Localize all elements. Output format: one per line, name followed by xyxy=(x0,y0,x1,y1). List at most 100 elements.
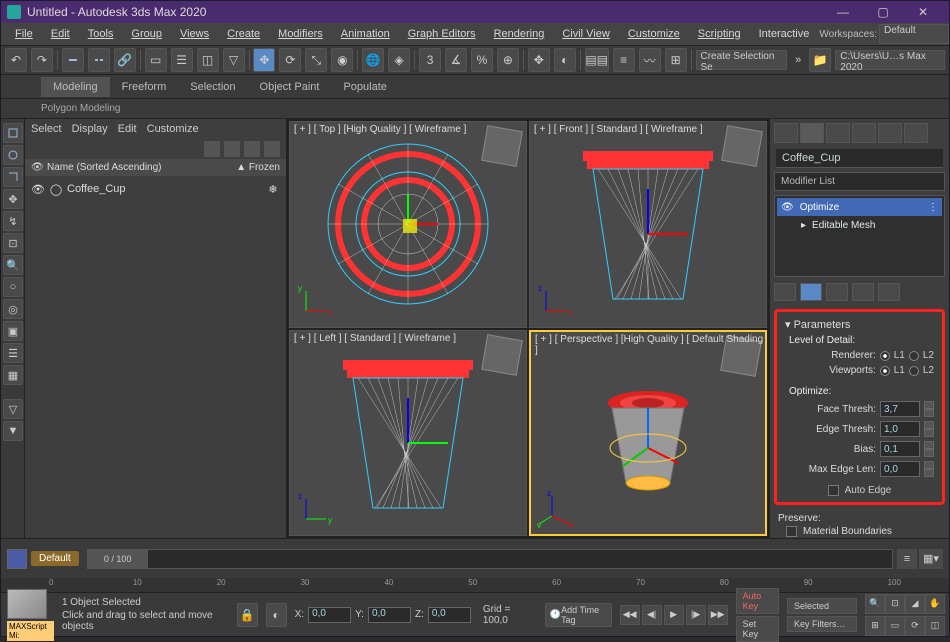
viewport-top-label[interactable]: [ + ] [ Top ] [High Quality ] [ Wirefram… xyxy=(294,124,466,135)
play-button[interactable]: ▶ xyxy=(664,605,684,625)
modify-tab-icon[interactable] xyxy=(800,123,824,143)
place-button[interactable]: ◉ xyxy=(331,48,353,72)
snap-button[interactable]: 3 xyxy=(419,48,441,72)
viewports-l1-radio[interactable] xyxy=(880,366,890,376)
project-path[interactable]: C:\Users\U…s Max 2020 xyxy=(835,50,945,70)
zoom-all-icon[interactable]: ⊡ xyxy=(885,594,905,614)
object-name-field[interactable]: Coffee_Cup xyxy=(776,149,943,168)
expand-icon[interactable]: ⋮ xyxy=(928,202,938,213)
menu-interactive[interactable]: Interactive xyxy=(751,25,818,43)
hierarchy-tab-icon[interactable] xyxy=(826,123,850,143)
zoom-ext-icon[interactable]: ⊞ xyxy=(865,616,885,636)
viewports-l2-radio[interactable] xyxy=(909,366,919,376)
ls-funnel-icon[interactable]: ▽ xyxy=(3,399,23,419)
maximize-vp-icon[interactable]: ◫ xyxy=(925,616,945,636)
schematic-button[interactable]: ⊞ xyxy=(665,48,687,72)
snowflake-icon[interactable]: ❄ xyxy=(266,182,280,196)
orbit-icon[interactable]: ⟳ xyxy=(905,616,925,636)
time-default-label[interactable]: Default xyxy=(31,551,79,566)
eye-icon[interactable]: 👁 xyxy=(31,162,47,173)
close-button[interactable]: ✕ xyxy=(903,5,943,19)
menu-views[interactable]: Views xyxy=(172,25,217,43)
scene-tool-2[interactable] xyxy=(224,141,240,157)
menu-customize[interactable]: Customize xyxy=(620,25,688,43)
coord-system-button[interactable]: 🌐 xyxy=(362,48,384,72)
layer-icon[interactable]: ≡ xyxy=(897,549,917,569)
redo-button[interactable]: ↷ xyxy=(31,48,53,72)
tree-row[interactable]: 👁 ◯ Coffee_Cup ❄ xyxy=(31,180,280,198)
frozen-column[interactable]: ▲ Frozen xyxy=(236,162,280,173)
select-name-button[interactable]: ☰ xyxy=(171,48,193,72)
goto-end-button[interactable]: ▶▶ xyxy=(708,605,728,625)
renderer-l1-radio[interactable] xyxy=(880,351,890,361)
link-button[interactable] xyxy=(62,48,84,72)
spinner-down[interactable] xyxy=(924,429,934,437)
key-mode-select[interactable]: Selected xyxy=(787,598,857,614)
viewport-top[interactable]: [ + ] [ Top ] [High Quality ] [ Wirefram… xyxy=(289,121,527,328)
maximize-button[interactable]: ▢ xyxy=(863,5,903,19)
pin-icon[interactable] xyxy=(774,283,796,301)
calc-icon[interactable]: ▦▾ xyxy=(919,549,943,569)
material-slot[interactable] xyxy=(7,589,47,619)
name-column[interactable]: Name (Sorted Ascending) xyxy=(47,162,236,173)
prev-frame-button[interactable]: ◀| xyxy=(642,605,662,625)
bias-input[interactable]: 0,1 xyxy=(880,441,920,457)
create-tab-icon[interactable] xyxy=(774,123,798,143)
viewport-perspective[interactable]: [ + ] [ Perspective ] [High Quality ] [ … xyxy=(529,330,767,537)
auto-key-button[interactable]: Auto Key xyxy=(736,588,779,614)
eye-icon[interactable]: 👁 xyxy=(31,182,45,196)
menu-civilview[interactable]: Civil View xyxy=(554,25,617,43)
viewcube-icon[interactable] xyxy=(721,125,763,167)
scene-tool-1[interactable] xyxy=(204,141,220,157)
zoom-region-icon[interactable]: ▭ xyxy=(885,616,905,636)
ls-move-icon[interactable] xyxy=(3,145,23,165)
ls-target-icon[interactable]: ◎ xyxy=(3,299,23,319)
stack-item-editable-mesh[interactable]: ▸ Editable Mesh xyxy=(777,216,942,234)
menu-rendering[interactable]: Rendering xyxy=(486,25,553,43)
scene-header[interactable]: 👁 Name (Sorted Ascending) ▲ Frozen xyxy=(25,159,286,176)
ls-zoom-icon[interactable]: 🔍 xyxy=(3,255,23,275)
viewport-front[interactable]: [ + ] [ Front ] [ Standard ] [ Wireframe… xyxy=(529,121,767,328)
ls-frame-icon[interactable]: ⊡ xyxy=(3,233,23,253)
menu-grapheditors[interactable]: Graph Editors xyxy=(400,25,484,43)
percent-snap-button[interactable]: % xyxy=(471,48,493,72)
ls-rect-icon[interactable] xyxy=(3,167,23,187)
unlink-button[interactable] xyxy=(88,48,110,72)
maxscript-label[interactable]: MAXScript Mi: xyxy=(7,621,54,641)
scene-tab-edit[interactable]: Edit xyxy=(118,123,137,135)
renderer-l2-radio[interactable] xyxy=(909,351,919,361)
spinner-up[interactable] xyxy=(924,421,934,429)
show-end-icon[interactable] xyxy=(800,283,822,301)
spinner-up[interactable] xyxy=(924,441,934,449)
timeline-toggle[interactable] xyxy=(7,549,27,569)
edge-thresh-input[interactable]: 1,0 xyxy=(880,421,920,437)
select-region-button[interactable]: ◫ xyxy=(197,48,219,72)
scene-tab-customize[interactable]: Customize xyxy=(147,123,199,135)
goto-start-button[interactable]: ◀◀ xyxy=(620,605,640,625)
tree-item-label[interactable]: Coffee_Cup xyxy=(67,183,126,195)
key-filters-button[interactable]: Key Filters… xyxy=(787,616,857,632)
align-button[interactable]: ▤▤ xyxy=(585,48,609,72)
spinner-down[interactable] xyxy=(924,469,934,477)
viewport-persp-label[interactable]: [ + ] [ Perspective ] [High Quality ] [ … xyxy=(535,334,765,356)
minimize-button[interactable]: — xyxy=(823,5,863,19)
spinner-snap-button[interactable]: ⊕ xyxy=(497,48,519,72)
ls-lock-icon[interactable]: ▼ xyxy=(3,421,23,441)
filter-button[interactable]: ▽ xyxy=(223,48,245,72)
workspaces-select[interactable]: Default xyxy=(879,24,949,44)
menu-group[interactable]: Group xyxy=(123,25,170,43)
next-frame-button[interactable]: |▶ xyxy=(686,605,706,625)
ribbon-freeform[interactable]: Freeform xyxy=(110,77,179,97)
bind-button[interactable]: 🔗 xyxy=(114,48,136,72)
scene-lock-icon[interactable] xyxy=(264,141,280,157)
ls-magnet-icon[interactable] xyxy=(3,123,23,143)
config-icon[interactable] xyxy=(878,283,900,301)
viewport-left[interactable]: [ + ] [ Left ] [ Standard ] [ Wireframe … xyxy=(289,330,527,537)
layer-button[interactable]: ≡ xyxy=(613,48,635,72)
ls-box-icon[interactable]: ▣ xyxy=(3,321,23,341)
mirror-button[interactable]: ◐ xyxy=(554,48,576,72)
rotate-button[interactable]: ⟳ xyxy=(279,48,301,72)
isolate-icon[interactable]: ◐ xyxy=(266,603,287,627)
zoom-icon[interactable]: 🔍 xyxy=(865,594,885,614)
ls-circle-icon[interactable]: ○ xyxy=(3,277,23,297)
